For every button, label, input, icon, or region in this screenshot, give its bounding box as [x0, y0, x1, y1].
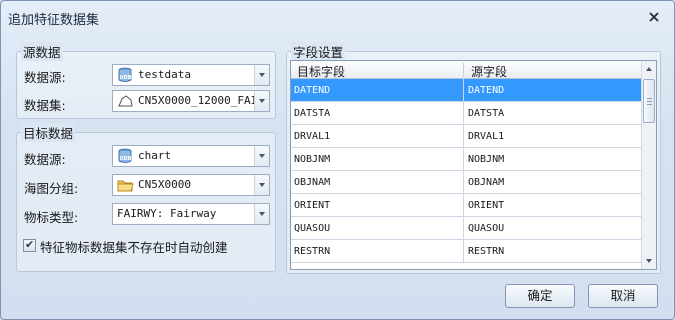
target-chartgroup-combo[interactable]: CN5X0000 [112, 174, 270, 196]
table-row[interactable]: DRVAL1 DRVAL1 [291, 125, 641, 148]
source-field-cell[interactable]: NOBJNM [468, 154, 504, 165]
scroll-up-icon[interactable] [642, 61, 656, 77]
autocreate-checkbox[interactable]: ✔ [23, 238, 36, 252]
table-header: 目标字段 源字段 [291, 61, 641, 79]
source-field-cell[interactable]: QUASOU [468, 223, 504, 234]
target-objtype-combo[interactable]: FAIRWY: Fairway [112, 203, 270, 225]
svg-text:UDB: UDB [120, 75, 132, 81]
cell-divider [463, 125, 464, 148]
close-icon[interactable] [648, 11, 660, 23]
cancel-button[interactable]: 取消 [588, 284, 658, 308]
window-title: 追加特征数据集 [8, 13, 100, 28]
checkmark-icon: ✔ [25, 238, 35, 251]
source-dataset-value: CN5X0000_12000_FAIR [138, 94, 264, 107]
cell-divider [463, 171, 464, 194]
target-objtype-label: 物标类型: [24, 210, 79, 225]
chevron-down-icon[interactable] [254, 146, 269, 166]
column-header-target-field[interactable]: 目标字段 [297, 63, 345, 80]
target-field-cell[interactable]: DRVAL1 [294, 131, 330, 142]
source-group-label: 源数据 [21, 42, 63, 61]
dialog-window: 追加特征数据集 源数据 数据源: UDB testdata 数据集: CN5X0… [0, 0, 675, 320]
target-field-cell[interactable]: ORIENT [294, 200, 330, 211]
table-row[interactable]: DATEND DATEND [291, 79, 641, 102]
target-field-cell[interactable]: DATEND [294, 85, 330, 96]
cell-divider [463, 240, 464, 263]
target-chartgroup-label: 海图分组: [24, 181, 79, 196]
cell-divider [463, 194, 464, 217]
target-field-cell[interactable]: OBJNAM [294, 177, 330, 188]
source-dataset-label: 数据集: [24, 98, 66, 113]
database-icon: UDB [117, 67, 135, 83]
target-field-cell[interactable]: QUASOU [294, 223, 330, 234]
source-field-cell[interactable]: RESTRN [468, 246, 504, 257]
database-icon: UDB [117, 148, 135, 164]
source-field-cell[interactable]: ORIENT [468, 200, 504, 211]
target-field-cell[interactable]: NOBJNM [294, 154, 330, 165]
field-settings-label: 字段设置 [291, 42, 346, 61]
svg-text:UDB: UDB [120, 156, 132, 162]
target-datasource-combo[interactable]: UDB chart [112, 145, 270, 167]
vertical-scrollbar[interactable] [641, 61, 656, 269]
target-datasource-label: 数据源: [24, 152, 66, 167]
chevron-down-icon[interactable] [254, 91, 269, 111]
autocreate-label: 特征物标数据集不存在时自动创建 [40, 240, 228, 255]
table-row[interactable]: NOBJNM NOBJNM [291, 148, 641, 171]
ok-button[interactable]: 确定 [505, 284, 575, 308]
source-field-cell[interactable]: DRVAL1 [468, 131, 504, 142]
source-datasource-value: testdata [138, 68, 191, 81]
chevron-down-icon[interactable] [254, 204, 269, 224]
target-field-cell[interactable]: DATSTA [294, 108, 330, 119]
source-field-cell[interactable]: DATEND [468, 85, 504, 96]
source-dataset-combo[interactable]: CN5X0000_12000_FAIR [112, 90, 270, 112]
source-datasource-label: 数据源: [24, 70, 66, 85]
source-datasource-combo[interactable]: UDB testdata [112, 64, 270, 86]
target-group-label: 目标数据 [21, 123, 76, 142]
table-row[interactable]: RESTRN RESTRN [291, 240, 641, 263]
column-header-source-field[interactable]: 源字段 [471, 63, 507, 80]
scroll-down-icon[interactable] [642, 253, 656, 269]
table-row[interactable]: QUASOU QUASOU [291, 217, 641, 240]
cell-divider [463, 79, 464, 102]
region-dataset-icon [117, 93, 135, 109]
table-row[interactable]: ORIENT ORIENT [291, 194, 641, 217]
target-chartgroup-value: CN5X0000 [138, 178, 191, 191]
table-row[interactable]: DATSTA DATSTA [291, 102, 641, 125]
chevron-down-icon[interactable] [254, 65, 269, 85]
column-divider[interactable] [463, 63, 464, 77]
field-mapping-table[interactable]: 目标字段 源字段 DATEND DATEND DATSTA DATSTA DRVAL1 D… [290, 60, 657, 270]
cell-divider [463, 217, 464, 240]
source-field-cell[interactable]: OBJNAM [468, 177, 504, 188]
table-row[interactable]: OBJNAM OBJNAM [291, 171, 641, 194]
target-datasource-value: chart [138, 149, 172, 162]
title-bar[interactable]: 追加特征数据集 [1, 1, 674, 31]
target-objtype-value: FAIRWY: Fairway [117, 207, 217, 220]
target-field-cell[interactable]: RESTRN [294, 246, 330, 257]
scroll-thumb[interactable] [643, 79, 655, 123]
cell-divider [463, 102, 464, 125]
chevron-down-icon[interactable] [254, 175, 269, 195]
source-field-cell[interactable]: DATSTA [468, 108, 504, 119]
folder-icon [117, 177, 135, 193]
cell-divider [463, 148, 464, 171]
